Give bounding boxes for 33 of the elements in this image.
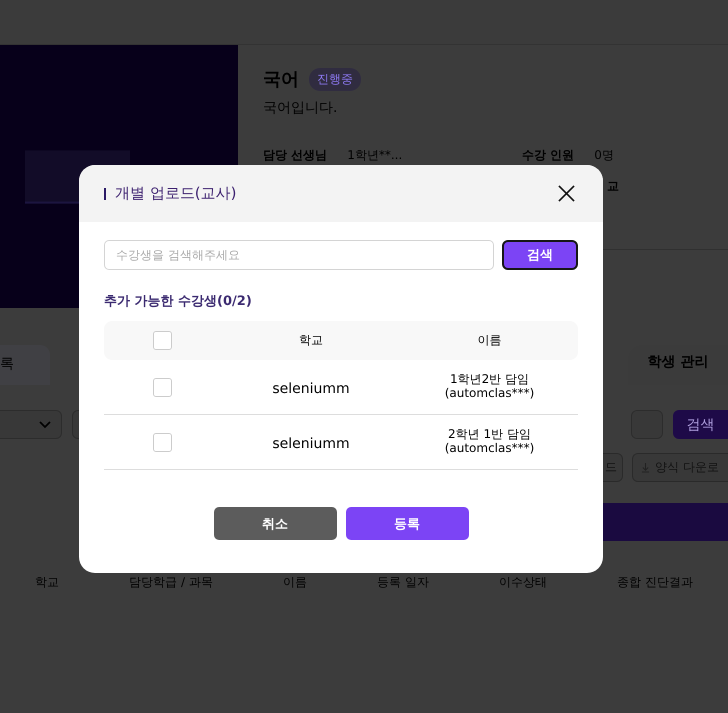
table-cell: seleniumm	[272, 436, 350, 452]
column-header: 등록 일자	[377, 574, 429, 591]
search-button[interactable]: 검색	[502, 240, 578, 270]
column-header: 이름	[476, 332, 502, 349]
info-value: 1학년**...	[347, 147, 402, 164]
chevron-down-icon	[39, 420, 51, 428]
table-cell: 2학년 1반 담임 (automclas***)	[444, 428, 534, 455]
dialog-title: 개별 업로드(교사)	[115, 184, 238, 203]
select-field[interactable]	[0, 410, 62, 439]
column-header: 학교	[298, 332, 324, 349]
close-icon[interactable]	[558, 185, 575, 202]
info-label: 수강 인원	[522, 147, 574, 164]
checkbox[interactable]	[153, 378, 172, 396]
column-header: 학교	[35, 574, 60, 591]
info-label: 담당 선생님	[263, 147, 328, 164]
status-badge: 진행중	[309, 68, 361, 90]
info-label: 교	[607, 179, 619, 193]
title-marker	[104, 188, 106, 200]
search-button[interactable]: 검색	[673, 410, 728, 439]
checkbox[interactable]	[153, 432, 172, 452]
section-title: 추가 가능한 수강생(0/2)	[104, 293, 253, 310]
column-header: 이름	[282, 574, 307, 591]
column-header: 종합 진단결과	[617, 574, 693, 591]
checkbox[interactable]	[153, 331, 172, 350]
table-cell: 1학년2반 담임 (automclas***)	[444, 373, 534, 400]
dialog-button[interactable]: 등록	[346, 507, 468, 540]
column-header: 이수상태	[498, 574, 547, 591]
column-header: 담당학급 / 과목	[129, 574, 213, 591]
info-value: 0명	[594, 147, 614, 164]
course-title: 국어	[263, 68, 299, 91]
course-description: 국어입니다.	[263, 99, 338, 117]
table-cell: seleniumm	[272, 380, 350, 396]
dialog-button[interactable]: 취소	[214, 507, 336, 540]
